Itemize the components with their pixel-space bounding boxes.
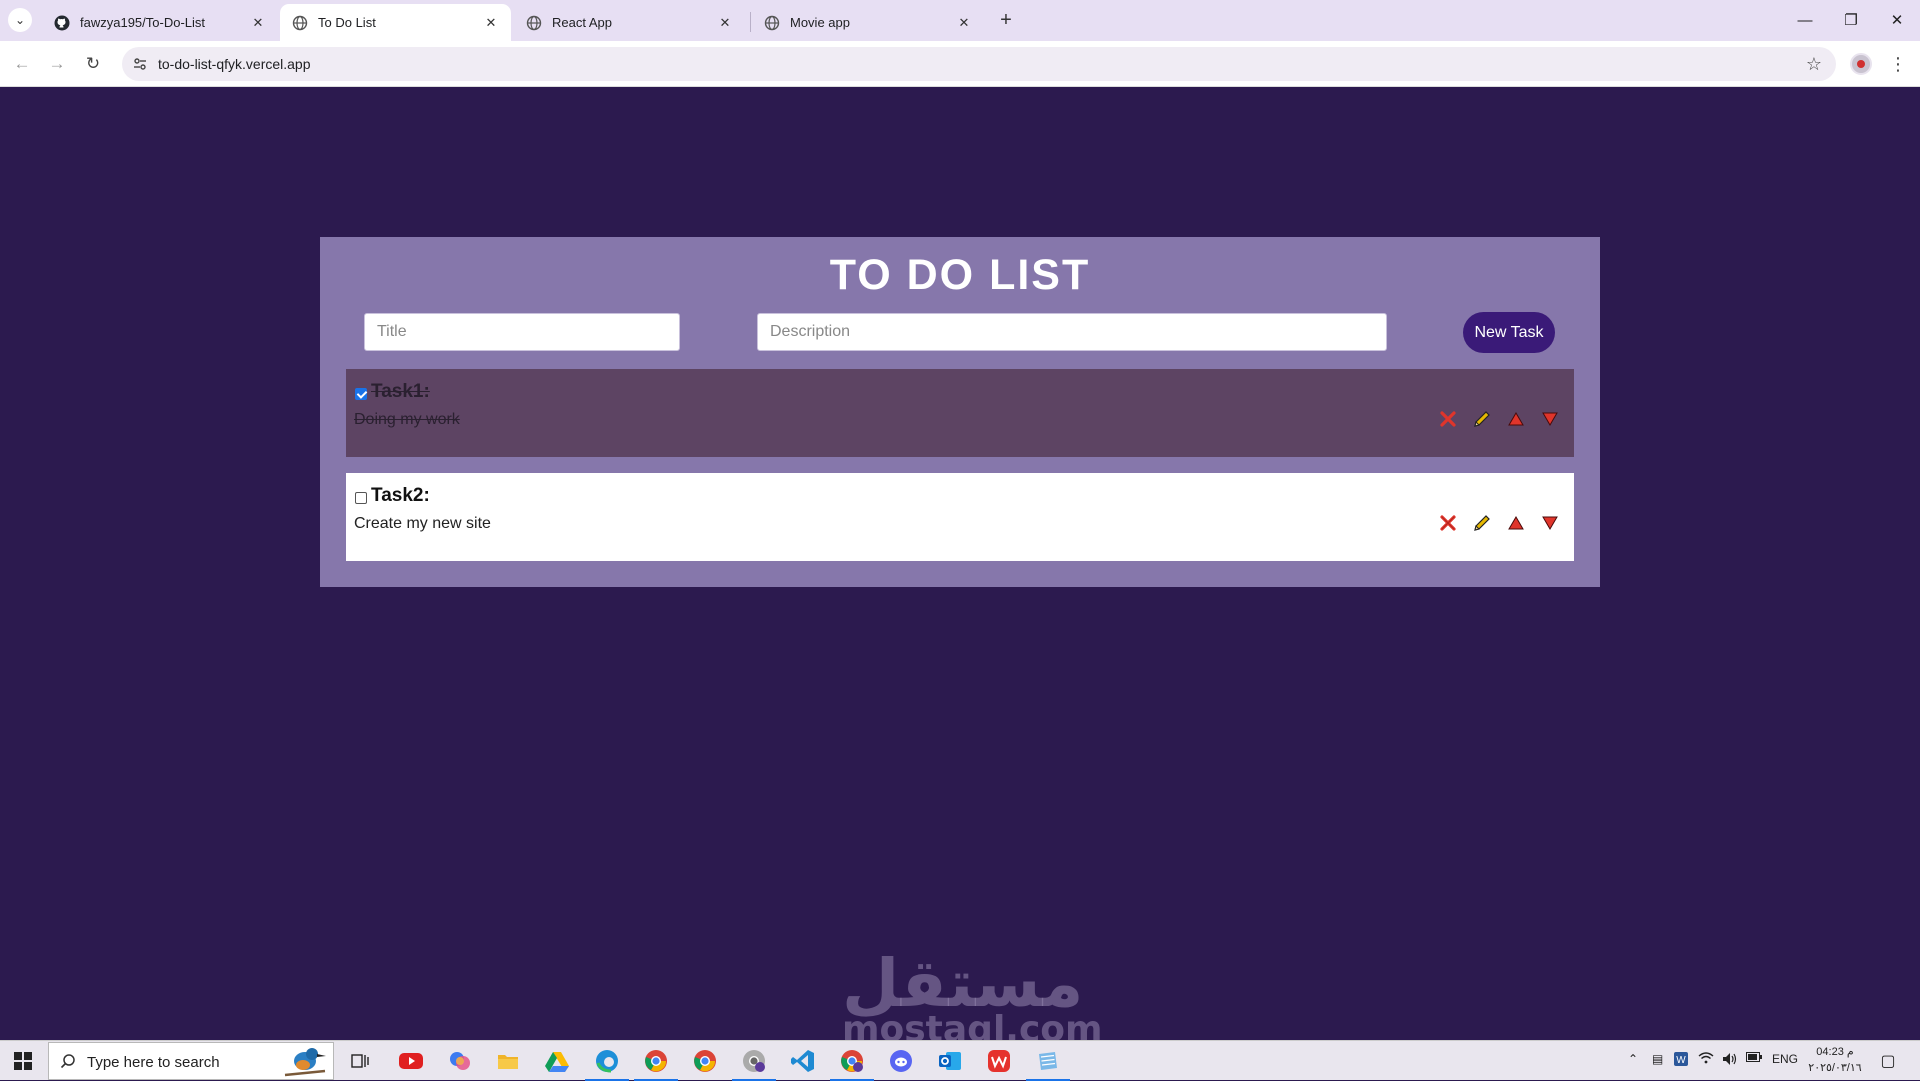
task-actions	[1438, 409, 1560, 429]
tab-to-do-list[interactable]: To Do List ✕	[280, 4, 511, 41]
tab-title: fawzya195/To-Do-List	[80, 15, 205, 30]
globe-icon	[526, 15, 542, 31]
new-task-button[interactable]: New Task	[1463, 312, 1555, 353]
task-actions	[1438, 513, 1560, 533]
task-description: Doing my work	[354, 411, 460, 428]
task-view-icon[interactable]	[346, 1047, 374, 1075]
task-complete-checkbox[interactable]	[355, 492, 367, 504]
task-title: Task2:	[371, 485, 430, 506]
edit-pencil-icon[interactable]	[1472, 409, 1492, 429]
todo-card: TO DO LIST New Task Task1: Doing my work…	[320, 237, 1600, 587]
mostaql-watermark: مستقل mostaql.com	[842, 946, 1103, 1048]
task-complete-checkbox[interactable]	[355, 388, 367, 400]
globe-icon	[764, 15, 780, 31]
restore-icon[interactable]: ❐	[1828, 6, 1874, 34]
kingfisher-highlight-icon	[281, 1045, 327, 1079]
window-close-icon[interactable]: ✕	[1874, 6, 1920, 34]
task-item: Task2: Create my new site	[346, 473, 1574, 561]
wifi-icon[interactable]	[1698, 1052, 1714, 1064]
notification-center-icon[interactable]: ▢	[1876, 1049, 1900, 1073]
delete-x-icon[interactable]	[1438, 513, 1458, 533]
move-down-triangle-icon[interactable]	[1540, 513, 1560, 533]
tab-github[interactable]: fawzya195/To-Do-List ✕	[42, 4, 278, 41]
battery-icon[interactable]	[1746, 1052, 1762, 1062]
edit-pencil-icon[interactable]	[1472, 513, 1492, 533]
system-clock[interactable]: 04:23 م ٢٠٢٥/٠٣/١٦	[1800, 1044, 1870, 1076]
move-up-triangle-icon[interactable]	[1506, 409, 1526, 429]
task-description: Create my new site	[354, 515, 491, 532]
edge-icon[interactable]	[585, 1047, 629, 1081]
forward-arrow-icon[interactable]: →	[43, 50, 71, 78]
move-up-triangle-icon[interactable]	[1506, 513, 1526, 533]
task-description-input[interactable]	[757, 313, 1387, 351]
wps-icon[interactable]	[985, 1047, 1013, 1075]
chrome-icon[interactable]	[732, 1047, 776, 1081]
word-icon[interactable]: W	[1674, 1052, 1688, 1066]
google-drive-icon[interactable]	[543, 1047, 571, 1075]
browser-tab-strip: ⌄ fawzya195/To-Do-List ✕ To Do List ✕ Re…	[0, 0, 1920, 41]
youtube-icon[interactable]	[397, 1047, 425, 1075]
device-icon[interactable]: ▤	[1652, 1052, 1663, 1066]
file-explorer-icon[interactable]	[494, 1047, 522, 1075]
close-icon[interactable]: ✕	[250, 15, 266, 31]
tab-title: Movie app	[790, 15, 850, 30]
chrome-icon[interactable]	[691, 1047, 719, 1075]
clock-date: ٢٠٢٥/٠٣/١٦	[1808, 1062, 1862, 1074]
discord-icon[interactable]	[887, 1047, 915, 1075]
task-title-input[interactable]	[364, 313, 680, 351]
globe-icon	[292, 15, 308, 31]
minimize-icon[interactable]: —	[1782, 6, 1828, 34]
delete-x-icon[interactable]	[1438, 409, 1458, 429]
clock-time: 04:23 م	[1816, 1046, 1854, 1058]
search-placeholder: Type here to search	[87, 1054, 220, 1071]
windows-taskbar: Type here to search ⌃ ▤ W ENG 04:23 م ٢٠…	[0, 1040, 1920, 1081]
tab-title: React App	[552, 15, 612, 30]
back-arrow-icon[interactable]: ←	[8, 50, 36, 78]
tab-react-app[interactable]: React App ✕	[514, 4, 745, 41]
volume-icon[interactable]	[1722, 1052, 1738, 1066]
taskbar-search-box[interactable]: Type here to search	[48, 1042, 334, 1080]
search-icon	[59, 1052, 77, 1070]
tab-movie-app[interactable]: Movie app ✕	[752, 4, 984, 41]
page-title: TO DO LIST	[829, 251, 1091, 299]
site-settings-icon[interactable]	[130, 54, 150, 74]
new-tab-plus-icon[interactable]: +	[994, 8, 1018, 32]
profile-avatar-icon[interactable]	[1850, 53, 1872, 75]
url-text[interactable]: to-do-list-qfyk.vercel.app	[158, 56, 311, 72]
copilot-icon[interactable]	[446, 1047, 474, 1075]
tab-separator	[750, 12, 751, 32]
windows-start-icon[interactable]	[0, 1041, 46, 1081]
browser-toolbar: ← → ↻ to-do-list-qfyk.vercel.app ☆ ⋮	[0, 41, 1920, 87]
tab-search-chevron-icon[interactable]: ⌄	[8, 8, 32, 32]
address-bar[interactable]: to-do-list-qfyk.vercel.app ☆	[122, 47, 1836, 81]
show-hidden-icons-chevron-icon[interactable]: ⌃	[1628, 1052, 1638, 1066]
tab-title: To Do List	[318, 15, 376, 30]
reload-icon[interactable]: ↻	[79, 50, 107, 78]
svg-text:W: W	[1676, 1055, 1686, 1066]
close-icon[interactable]: ✕	[956, 15, 972, 31]
task-title: Task1:	[371, 381, 430, 402]
chrome-icon[interactable]	[830, 1047, 874, 1081]
task-item: Task1: Doing my work	[346, 369, 1574, 457]
close-icon[interactable]: ✕	[483, 15, 499, 31]
bookmark-star-icon[interactable]: ☆	[1802, 52, 1826, 76]
chrome-icon[interactable]	[634, 1047, 678, 1081]
notepad-icon[interactable]	[1026, 1047, 1070, 1081]
github-icon	[54, 15, 70, 31]
more-menu-icon[interactable]: ⋮	[1886, 51, 1910, 77]
close-icon[interactable]: ✕	[717, 15, 733, 31]
move-down-triangle-icon[interactable]	[1540, 409, 1560, 429]
outlook-icon[interactable]	[936, 1047, 964, 1075]
vscode-icon[interactable]	[789, 1047, 817, 1075]
language-indicator[interactable]: ENG	[1772, 1052, 1798, 1066]
